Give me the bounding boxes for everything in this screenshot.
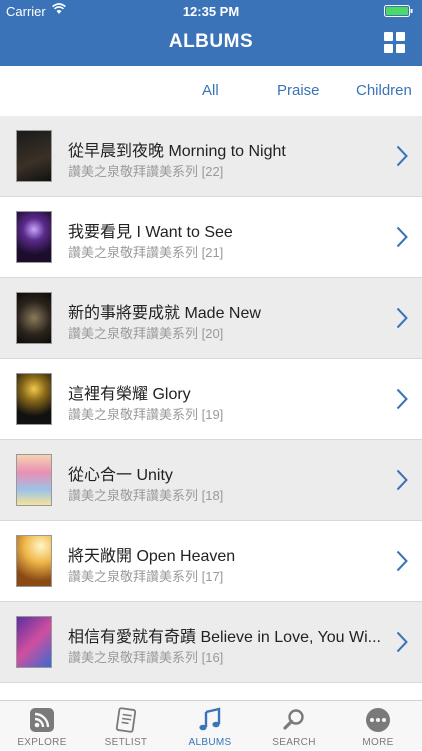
chevron-right-icon — [396, 307, 408, 329]
tab-praise[interactable]: Praise — [277, 82, 320, 99]
tabbar-more[interactable]: MORE — [336, 701, 420, 751]
tabbar-explore[interactable]: EXPLORE — [0, 701, 84, 751]
album-row[interactable]: 這裡有榮耀 Glory 讚美之泉敬拜讚美系列 [19] — [0, 359, 422, 440]
chevron-right-icon — [396, 226, 408, 248]
tabbar-label: EXPLORE — [17, 737, 67, 748]
album-row[interactable]: 從早晨到夜晚 Morning to Night 讚美之泉敬拜讚美系列 [22] — [0, 116, 422, 197]
chevron-right-icon — [396, 631, 408, 653]
chevron-right-icon — [396, 469, 408, 491]
filter-tabs: All Praise Children — [0, 66, 422, 116]
album-cover — [16, 535, 52, 587]
album-cover — [16, 211, 52, 263]
tabbar-label: MORE — [362, 737, 394, 748]
status-bar: Carrier 12:35 PM — [0, 0, 422, 22]
grid-icon-cell — [396, 32, 405, 41]
album-row[interactable]: 新的事將要成就 Made New 讚美之泉敬拜讚美系列 [20] — [0, 278, 422, 359]
album-cover — [16, 292, 52, 344]
battery-icon — [384, 5, 413, 17]
album-row[interactable]: 相信有愛就有奇蹟 Believe in Love, You Wi... 讚美之泉… — [0, 602, 422, 683]
album-title: 相信有愛就有奇蹟 Believe in Love, You Wi... — [68, 629, 382, 646]
setlist-icon — [115, 707, 137, 733]
grid-icon-cell — [384, 44, 393, 53]
tabbar-label: SETLIST — [104, 737, 148, 748]
music-note-icon — [199, 707, 221, 731]
rss-icon — [30, 708, 54, 732]
album-subtitle: 讚美之泉敬拜讚美系列 [20] — [68, 326, 224, 341]
album-cover — [16, 130, 52, 182]
chevron-right-icon — [396, 388, 408, 410]
tabbar-label: ALBUMS — [188, 737, 232, 748]
album-subtitle: 讚美之泉敬拜讚美系列 [18] — [68, 488, 224, 503]
album-title: 將天敞開 Open Heaven — [68, 548, 236, 565]
album-row[interactable]: 從心合一 Unity 讚美之泉敬拜讚美系列 [18] — [0, 440, 422, 521]
album-list: 從早晨到夜晚 Morning to Night 讚美之泉敬拜讚美系列 [22] … — [0, 116, 422, 700]
header-bar: Carrier 12:35 PM ALBUMS — [0, 0, 422, 66]
album-subtitle: 讚美之泉敬拜讚美系列 [19] — [68, 407, 224, 422]
tabbar-setlist[interactable]: SETLIST — [84, 701, 168, 751]
album-cover — [16, 616, 52, 668]
status-time: 12:35 PM — [182, 4, 240, 19]
album-title: 新的事將要成就 Made New — [68, 305, 261, 322]
album-subtitle: 讚美之泉敬拜讚美系列 [17] — [68, 569, 224, 584]
album-title: 從早晨到夜晚 Morning to Night — [68, 143, 286, 160]
grid-icon-cell — [396, 44, 405, 53]
album-subtitle: 讚美之泉敬拜讚美系列 [16] — [68, 650, 224, 665]
tabbar-albums[interactable]: ALBUMS — [168, 701, 252, 751]
search-icon — [283, 709, 304, 730]
tabbar-search[interactable]: SEARCH — [252, 701, 336, 751]
chevron-right-icon — [396, 550, 408, 572]
page-title: ALBUMS — [168, 31, 254, 52]
album-title: 從心合一 Unity — [68, 467, 173, 484]
album-title: 這裡有榮耀 Glory — [68, 386, 191, 403]
album-title: 我要看見 I Want to See — [68, 224, 233, 241]
album-cover — [16, 454, 52, 506]
album-subtitle: 讚美之泉敬拜讚美系列 [21] — [68, 245, 224, 260]
album-row-partial[interactable] — [0, 683, 422, 700]
tab-all[interactable]: All — [202, 82, 219, 99]
bottom-tab-bar: EXPLORE SETLIST ALBUMS SEARCH MORE — [0, 700, 422, 750]
tabbar-label: SEARCH — [272, 737, 316, 748]
album-row[interactable]: 我要看見 I Want to See 讚美之泉敬拜讚美系列 [21] — [0, 197, 422, 278]
album-cover — [16, 373, 52, 425]
tab-children[interactable]: Children — [356, 82, 412, 99]
chevron-right-icon — [396, 145, 408, 167]
grid-view-button[interactable] — [384, 32, 406, 54]
grid-icon — [384, 32, 393, 41]
album-row[interactable]: 將天敞開 Open Heaven 讚美之泉敬拜讚美系列 [17] — [0, 521, 422, 602]
album-subtitle: 讚美之泉敬拜讚美系列 [22] — [68, 164, 224, 179]
more-icon — [366, 708, 390, 732]
